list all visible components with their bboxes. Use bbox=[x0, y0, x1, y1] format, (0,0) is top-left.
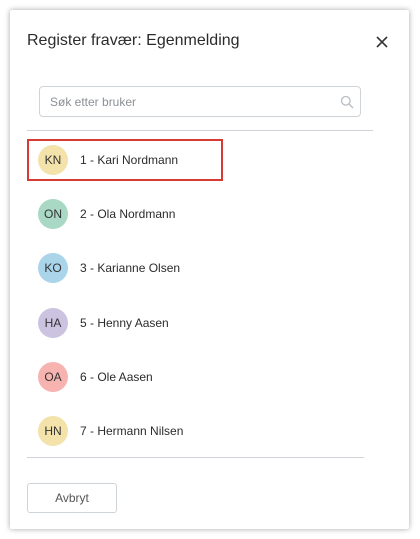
user-list-item[interactable]: KO 3 - Karianne Olsen bbox=[27, 247, 223, 289]
user-list-item[interactable]: ON 2 - Ola Nordmann bbox=[27, 193, 223, 235]
user-name: 6 - Ole Aasen bbox=[80, 370, 153, 384]
avatar: ON bbox=[38, 199, 68, 229]
user-name: 7 - Hermann Nilsen bbox=[80, 424, 184, 438]
register-absence-dialog: Register fravær: Egenmelding KN 1 - Kari… bbox=[10, 10, 409, 529]
user-list-item[interactable]: HA 5 - Henny Aasen bbox=[27, 302, 223, 344]
user-name: 5 - Henny Aasen bbox=[80, 316, 169, 330]
user-list-item-selected[interactable]: KN 1 - Kari Nordmann bbox=[27, 139, 223, 181]
avatar: HA bbox=[38, 308, 68, 338]
close-button[interactable] bbox=[372, 32, 392, 52]
list-top-divider bbox=[27, 130, 373, 131]
search-icon[interactable] bbox=[340, 95, 354, 109]
avatar: KO bbox=[38, 253, 68, 283]
user-name: 3 - Karianne Olsen bbox=[80, 261, 181, 275]
avatar: HN bbox=[38, 416, 68, 446]
user-list-item[interactable]: HN 7 - Hermann Nilsen bbox=[27, 410, 223, 452]
cancel-button[interactable]: Avbryt bbox=[27, 483, 117, 513]
user-name: 1 - Kari Nordmann bbox=[80, 153, 179, 167]
search-field[interactable] bbox=[39, 86, 361, 117]
search-input[interactable] bbox=[40, 87, 340, 116]
close-icon bbox=[376, 36, 388, 48]
avatar: KN bbox=[38, 145, 68, 175]
user-name: 2 - Ola Nordmann bbox=[80, 207, 176, 221]
dialog-title: Register fravær: Egenmelding bbox=[27, 32, 240, 49]
user-list-item[interactable]: OA 6 - Ole Aasen bbox=[27, 356, 223, 398]
avatar: OA bbox=[38, 362, 68, 392]
list-bottom-divider bbox=[27, 457, 364, 458]
